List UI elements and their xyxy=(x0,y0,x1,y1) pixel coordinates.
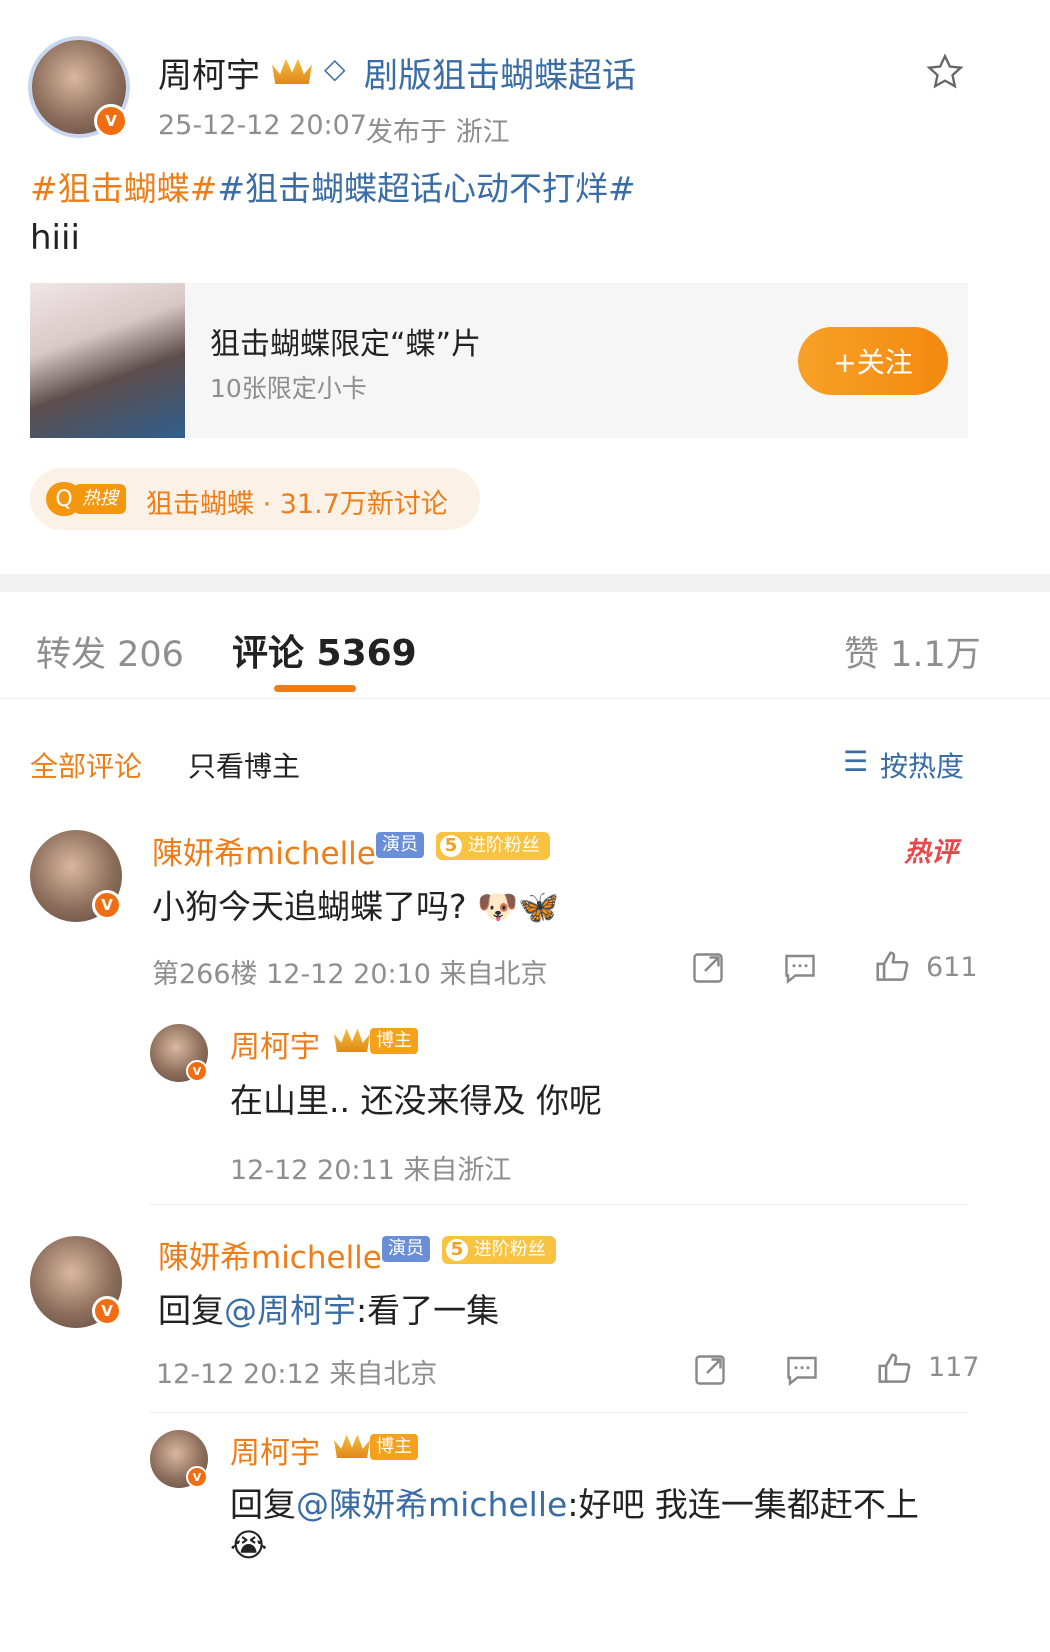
comment-text: 回复@周柯宇:看了一集 xyxy=(158,1284,499,1332)
post-text: hiii xyxy=(30,218,80,258)
like-icon[interactable] xyxy=(872,948,912,990)
like-count: 117 xyxy=(928,1352,980,1383)
filter-author-only[interactable]: 只看博主 xyxy=(188,745,300,785)
follow-button[interactable]: +关注 xyxy=(798,327,948,395)
filter-all-comments[interactable]: 全部评论 xyxy=(30,745,142,785)
post-hashtags: #狙击蝴蝶##狙击蝴蝶超话心动不打烊# xyxy=(30,162,636,210)
card-subtitle: 10张限定小卡 xyxy=(210,374,367,403)
reply-body: :好吧 我连一集都赶不上 xyxy=(567,1485,919,1524)
comment-emoji: 🐶🦋 xyxy=(477,887,560,926)
verified-icon: V xyxy=(186,1060,208,1082)
reply-meta: 12-12 20:11 来自浙江 xyxy=(230,1155,512,1186)
fan-level-number: 5 xyxy=(446,1239,468,1261)
reply-emoji: 😭 xyxy=(230,1526,268,1564)
hashtag-link[interactable]: #狙击蝴蝶超话心动不打烊# xyxy=(217,169,635,208)
verified-icon: V xyxy=(94,104,128,138)
comment-icon[interactable] xyxy=(784,1352,820,1392)
reply-text: 回复@陳妍希michelle:好吧 我连一集都赶不上 xyxy=(230,1478,919,1526)
reply-text: 在山里.. 还没来得及 你呢 xyxy=(230,1081,602,1120)
fan-level-badge: 5 进阶粉丝 xyxy=(436,832,550,860)
sort-button[interactable]: 按热度 xyxy=(880,745,964,785)
crown-icon xyxy=(334,1434,370,1458)
hot-search-pill[interactable]: Q 热搜 狙击蝴蝶 · 31.7万新讨论 xyxy=(30,468,480,530)
mention-link[interactable]: @陳妍希michelle xyxy=(296,1485,567,1524)
fan-level-text: 进阶粉丝 xyxy=(467,835,540,856)
verified-icon: V xyxy=(92,890,122,920)
tab-repost[interactable]: 转发 206 xyxy=(36,626,184,677)
post-time: 25-12-12 20:07 xyxy=(158,110,367,141)
tab-comments[interactable]: 评论 5369 xyxy=(232,624,417,676)
verified-icon: V xyxy=(186,1466,208,1488)
blogger-tag: 博主 xyxy=(370,1028,418,1054)
comment-text: 小狗今天追蝴蝶了吗? 🐶🦋 xyxy=(152,880,559,928)
author-name[interactable]: 周柯宇 xyxy=(158,48,260,97)
favorite-star-icon[interactable] xyxy=(924,52,966,96)
role-tag: 演员 xyxy=(376,832,424,858)
role-tag: 演员 xyxy=(382,1236,430,1262)
card-image xyxy=(30,283,185,438)
reply-author-name[interactable]: 周柯宇 xyxy=(230,1022,320,1066)
commenter-name[interactable]: 陳妍希michelle xyxy=(158,1232,382,1277)
tab-likes[interactable]: 赞 1.1万 xyxy=(844,626,981,677)
comment-meta: 第266楼 12-12 20:10 来自北京 xyxy=(152,959,548,990)
mention-link[interactable]: @周柯宇 xyxy=(224,1291,356,1330)
card-title: 狙击蝴蝶限定“蝶”片 xyxy=(210,327,482,362)
crown-icon xyxy=(334,1028,370,1052)
share-icon[interactable] xyxy=(692,1352,728,1392)
supertopic-link[interactable]: 剧版狙击蝴蝶超话 xyxy=(364,48,636,97)
comment-meta: 12-12 20:12 来自北京 xyxy=(156,1359,438,1390)
supertopic-icon: ◇ xyxy=(324,52,346,85)
comment-body: 小狗今天追蝴蝶了吗? xyxy=(152,887,467,926)
hot-search-text: 狙击蝴蝶 · 31.7万新讨论 xyxy=(146,489,448,520)
sort-icon[interactable]: ☰ xyxy=(843,745,868,778)
share-icon[interactable] xyxy=(690,950,726,990)
section-divider xyxy=(0,574,1050,592)
like-count: 611 xyxy=(926,952,978,983)
reply-author-name[interactable]: 周柯宇 xyxy=(230,1428,320,1472)
commenter-name[interactable]: 陳妍希michelle xyxy=(152,828,376,873)
hot-badge: 热搜 xyxy=(74,484,126,514)
verified-icon: V xyxy=(92,1296,122,1326)
comment-icon[interactable] xyxy=(782,950,818,990)
fan-level-number: 5 xyxy=(440,835,462,857)
blogger-tag: 博主 xyxy=(370,1434,418,1460)
comment-body: :看了一集 xyxy=(356,1291,500,1330)
hot-comment-label: 热评 xyxy=(904,837,958,868)
like-icon[interactable] xyxy=(874,1350,914,1392)
reply-prefix: 回复 xyxy=(230,1485,296,1524)
fan-level-text: 进阶粉丝 xyxy=(473,1239,546,1260)
reply-prefix: 回复 xyxy=(158,1291,224,1330)
crown-icon xyxy=(272,58,312,84)
post-location: 发布于 浙江 xyxy=(366,117,510,148)
tab-active-indicator xyxy=(274,685,356,692)
comment-divider xyxy=(150,1412,968,1413)
tabs-divider xyxy=(0,698,1050,699)
product-card[interactable]: 狙击蝴蝶限定“蝶”片 10张限定小卡 +关注 xyxy=(30,283,968,438)
reply-divider xyxy=(150,1204,968,1205)
hashtag-link[interactable]: #狙击蝴蝶# xyxy=(30,169,217,208)
fan-level-badge: 5 进阶粉丝 xyxy=(442,1236,556,1264)
